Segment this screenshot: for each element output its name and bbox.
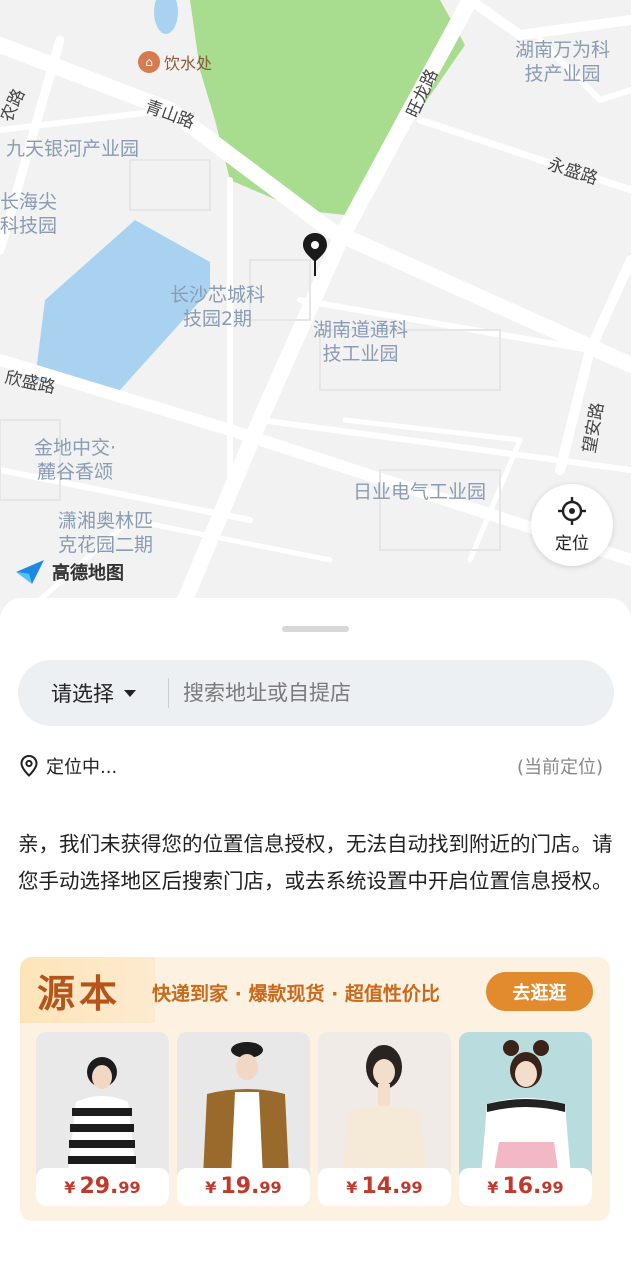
price-integer: 14. [361,1174,401,1199]
product-price: ¥ 14. 99 [318,1168,451,1206]
map-logo: 高德地图 [14,558,124,586]
map-label-xincheng: 长沙芯城科 技园2期 [170,284,266,330]
currency-symbol: ¥ [346,1178,358,1197]
brand-logo: 源本 [37,971,122,1016]
price-decimal: 99 [118,1178,141,1197]
map-view[interactable]: 湖南万为科 技产业园 九天银河产业园 长海尖 科技园 长沙芯城科 技园2期 湖南… [0,0,631,640]
permission-notice: 亲，我们未获得您的位置信息授权，无法自动找到附近的门店。请您手动选择地区后搜索门… [18,832,613,893]
product-price: ¥ 29. 99 [36,1168,169,1206]
bottom-sheet: 请选择 定位中... (当前定位) 亲，我们未获得您的位置信息授权，无法自动找到… [0,598,631,1280]
currency-symbol: ¥ [205,1178,217,1197]
map-label-aolin: 潇湘奥林匹 克花园二期 [58,510,154,556]
locate-label: 定位 [555,534,589,554]
map-label-jindi: 金地中交· 麓谷香颂 [34,437,117,483]
amap-logo-icon [16,560,44,584]
map-label-daotong: 湖南道通科 技工业园 [313,319,409,365]
poi-water[interactable]: ⌂ 饮水处 [138,50,212,74]
search-input[interactable] [169,681,614,705]
price-decimal: 99 [400,1178,423,1197]
crosshair-icon [558,497,586,525]
browse-button[interactable]: 去逛逛 [486,972,593,1011]
drag-handle[interactable] [282,626,349,632]
product-card[interactable]: ¥ 29. 99 [36,1032,169,1206]
search-bar: 请选择 [18,660,614,726]
price-integer: 29. [79,1174,119,1199]
price-integer: 16. [502,1174,542,1199]
price-decimal: 99 [541,1178,564,1197]
product-card[interactable]: ¥ 16. 99 [459,1032,592,1206]
poi-label: 饮水处 [164,54,213,73]
currency-symbol: ¥ [487,1178,499,1197]
product-list: ¥ 29. 99 ¥ 19. 99 ¥ 14. 99 ¥ 16. 99 [36,1032,592,1206]
locating-text: 定位中... [46,757,118,778]
location-pin-icon [20,754,38,777]
region-selector[interactable]: 请选择 [18,678,168,708]
product-card[interactable]: ¥ 14. 99 [318,1032,451,1206]
ad-banner[interactable]: 源本 快递到家 · 爆款现货 · 超值性价比 去逛逛 ¥ 29. 99 ¥ 19… [20,957,610,1221]
region-label: 请选择 [51,682,114,706]
map-label-hunan-wanwei: 湖南万为科 技产业园 [515,39,611,85]
product-card[interactable]: ¥ 19. 99 [177,1032,310,1206]
locate-button[interactable]: 定位 [531,484,613,566]
map-label-changhai: 长海尖 科技园 [0,191,58,237]
location-row: 定位中... (当前定位) [18,753,603,779]
map-logo-text: 高德地图 [52,563,124,584]
water-fountain-icon: ⌂ [138,51,160,73]
price-decimal: 99 [259,1178,282,1197]
price-integer: 19. [220,1174,260,1199]
banner-slogan: 快递到家 · 爆款现货 · 超值性价比 [152,983,440,1005]
map-label-jiutian: 九天银河产业园 [6,138,140,160]
map-label-riye: 日业电气工业园 [353,481,487,503]
currency-symbol: ¥ [64,1178,76,1197]
current-location-label[interactable]: (当前定位) [517,753,603,779]
product-price: ¥ 19. 99 [177,1168,310,1206]
map-pin-icon [303,233,327,276]
product-price: ¥ 16. 99 [459,1168,592,1206]
caret-down-icon [124,689,136,697]
